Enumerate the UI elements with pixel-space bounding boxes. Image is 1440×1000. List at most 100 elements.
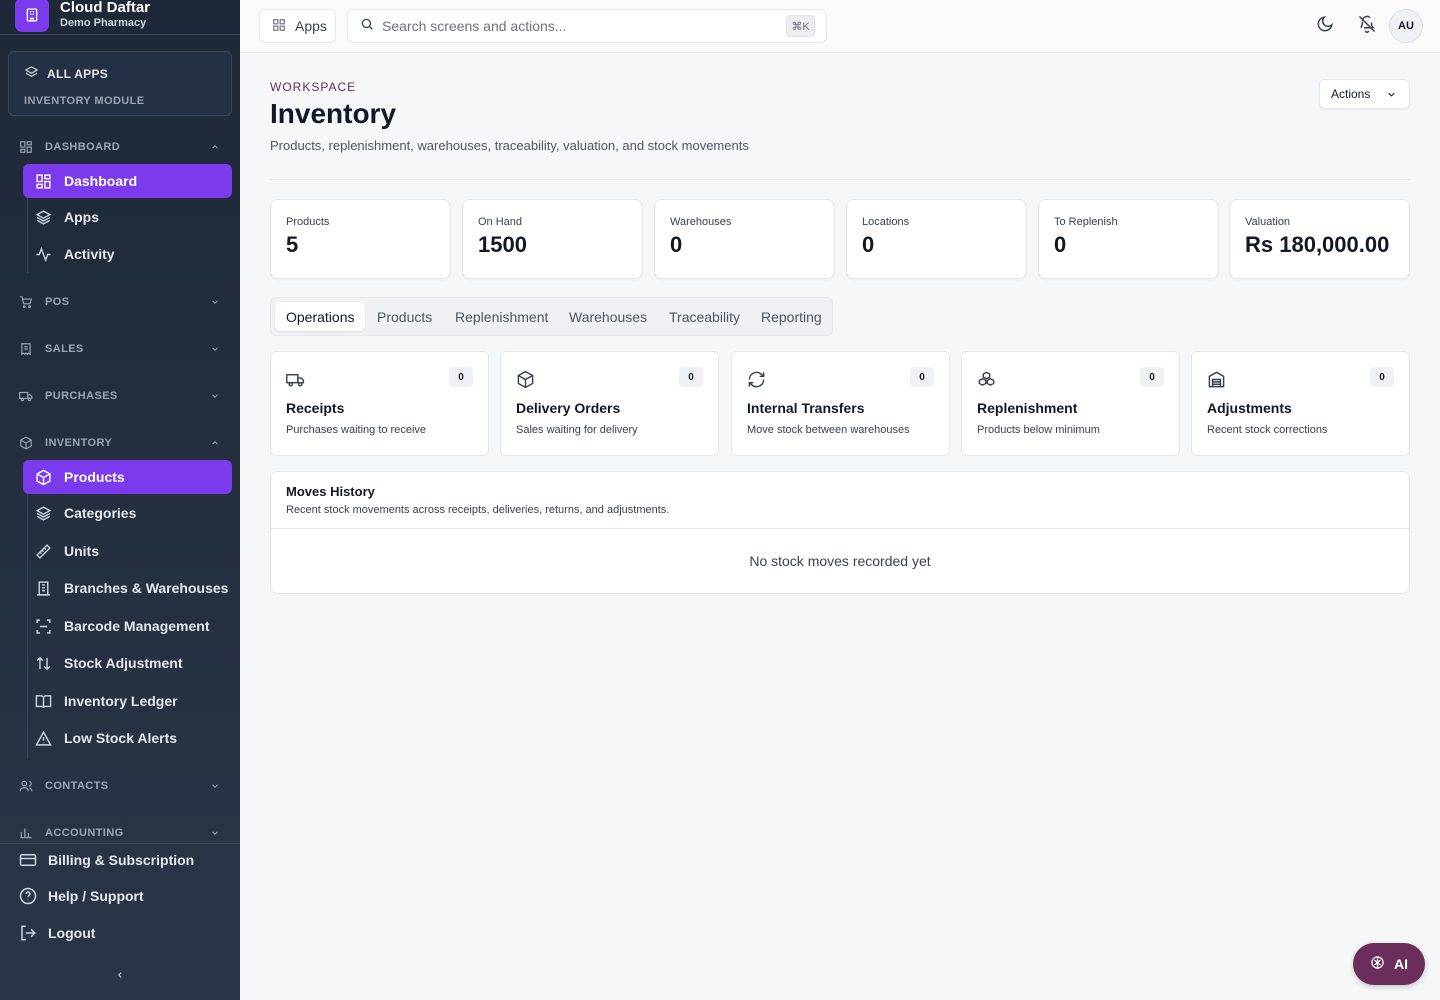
module-switcher: ALL APPS INVENTORY MODULE — [8, 51, 232, 116]
layers-icon — [34, 208, 52, 226]
section-inventory-label: INVENTORY — [45, 437, 113, 449]
search-input[interactable] — [382, 18, 762, 34]
chevron-down-icon — [1386, 89, 1397, 103]
op-description: Sales waiting for delivery — [516, 424, 638, 436]
count-badge: 0 — [1140, 367, 1164, 387]
chevron-down-icon — [210, 781, 220, 791]
stat-card-valuation: Valuation Rs 180,000.00 — [1229, 199, 1410, 279]
sidebar-item-branches[interactable]: Branches & Warehouses — [23, 571, 232, 605]
theme-toggle-button[interactable] — [1315, 15, 1335, 38]
search-box[interactable]: ⌘K — [347, 9, 827, 43]
op-card-replenishment[interactable]: 0 Replenishment Products below minimum — [961, 351, 1180, 456]
op-description: Purchases waiting to receive — [286, 424, 427, 436]
truck-icon — [286, 369, 306, 389]
header-divider — [270, 179, 1410, 180]
op-card-delivery-orders[interactable]: 0 Delivery Orders Sales waiting for deli… — [500, 351, 719, 456]
billing-link[interactable]: Billing & Subscription — [19, 851, 194, 869]
stat-label: On Hand — [478, 216, 523, 228]
tab-warehouses[interactable]: Warehouses — [558, 302, 658, 331]
sidebar-item-low-stock-alerts[interactable]: Low Stock Alerts — [23, 721, 232, 755]
sidebar-item-products[interactable]: Products — [23, 460, 232, 494]
op-card-receipts[interactable]: 0 Receipts Purchases waiting to receive — [270, 351, 489, 456]
op-title: Replenishment — [977, 400, 1078, 416]
help-circle-icon — [19, 887, 37, 905]
sidebar-item-units[interactable]: Units — [23, 534, 232, 568]
section-dashboard-label: DASHBOARD — [45, 141, 121, 153]
chevron-up-icon — [210, 142, 220, 152]
logout-icon — [19, 924, 37, 942]
sidebar-item-inventory-ledger[interactable]: Inventory Ledger — [23, 684, 232, 718]
sidebar-item-categories[interactable]: Categories — [23, 496, 232, 530]
sidebar-item-apps[interactable]: Apps — [23, 200, 232, 234]
section-accounting[interactable]: ACCOUNTING — [19, 824, 220, 842]
sidebar-item-dashboard[interactable]: Dashboard — [23, 164, 232, 198]
op-description: Move stock between warehouses — [747, 424, 910, 436]
tab-reporting[interactable]: Reporting — [750, 302, 833, 331]
sidebar-item-stock-adjustment[interactable]: Stock Adjustment — [23, 646, 232, 680]
brand-org: Demo Pharmacy — [60, 16, 147, 29]
tab-replenishment[interactable]: Replenishment — [444, 302, 559, 331]
users-icon — [19, 778, 35, 794]
arrows-up-down-icon — [34, 654, 52, 672]
topbar: Apps ⌘K AU — [240, 0, 1440, 53]
actions-dropdown[interactable]: Actions — [1319, 79, 1410, 109]
brand[interactable]: Cloud Daftar Demo Pharmacy — [0, 0, 240, 35]
scan-icon — [34, 617, 52, 635]
sidebar-item-label: Products — [64, 469, 125, 485]
moves-divider — [271, 528, 1409, 529]
sidebar-item-label: Low Stock Alerts — [64, 730, 178, 746]
chevron-down-icon — [210, 391, 220, 401]
section-contacts[interactable]: CONTACTS — [19, 777, 220, 795]
sidebar-item-label: Barcode Management — [64, 618, 210, 634]
stat-value: Rs 180,000.00 — [1245, 232, 1390, 257]
moves-title: Moves History — [286, 484, 375, 499]
boxes-icon — [977, 369, 997, 389]
warehouse-icon — [1207, 369, 1227, 389]
notifications-button[interactable] — [1357, 15, 1377, 38]
logout-link[interactable]: Logout — [19, 924, 95, 942]
op-card-internal-transfers[interactable]: 0 Internal Transfers Move stock between … — [731, 351, 950, 456]
moves-subtitle: Recent stock movements across receipts, … — [286, 504, 670, 516]
brand-name: Cloud Daftar — [60, 0, 150, 16]
op-description: Recent stock corrections — [1207, 424, 1328, 436]
sidebar-item-label: Dashboard — [64, 173, 138, 189]
stat-card-locations: Locations 0 — [846, 199, 1027, 279]
section-pos[interactable]: POS — [19, 293, 220, 311]
page-eyebrow: WORKSPACE — [270, 80, 357, 94]
section-inventory[interactable]: INVENTORY — [19, 434, 220, 452]
shortcut-hint: ⌘K — [786, 15, 815, 37]
tab-products[interactable]: Products — [366, 302, 443, 331]
sidebar-item-barcode[interactable]: Barcode Management — [23, 609, 232, 643]
tab-traceability[interactable]: Traceability — [658, 302, 751, 331]
sidebar-item-label: Inventory Ledger — [64, 693, 178, 709]
layers-icon — [24, 65, 39, 83]
collapse-sidebar-button[interactable] — [112, 968, 128, 986]
sidebar-divider — [0, 843, 240, 844]
bar-chart-icon — [19, 825, 35, 841]
section-sales[interactable]: SALES — [19, 340, 220, 358]
bell-off-icon — [1358, 15, 1376, 38]
section-purchases[interactable]: PURCHASES — [19, 387, 220, 405]
all-apps-link[interactable]: ALL APPS — [24, 65, 108, 83]
warning-icon — [34, 729, 52, 747]
ai-assistant-button[interactable]: AI — [1353, 943, 1425, 985]
chevron-down-icon — [210, 828, 220, 838]
stat-label: Locations — [862, 216, 910, 228]
op-title: Adjustments — [1207, 400, 1292, 416]
all-apps-label: ALL APPS — [47, 67, 109, 81]
section-dashboard[interactable]: DASHBOARD — [19, 138, 220, 156]
stat-card-warehouses: Warehouses 0 — [654, 199, 835, 279]
moon-icon — [1316, 15, 1334, 38]
chevron-up-icon — [210, 438, 220, 448]
box-icon — [516, 369, 536, 389]
tab-operations[interactable]: Operations — [275, 302, 366, 331]
sidebar-item-label: Stock Adjustment — [64, 655, 183, 671]
apps-button-label: Apps — [295, 18, 327, 34]
help-link[interactable]: Help / Support — [19, 887, 144, 905]
apps-button[interactable]: Apps — [259, 9, 336, 43]
sidebar-item-activity[interactable]: Activity — [23, 237, 232, 271]
avatar[interactable]: AU — [1389, 9, 1423, 43]
op-card-adjustments[interactable]: 0 Adjustments Recent stock corrections — [1191, 351, 1410, 456]
sidebar-item-label: Activity — [64, 246, 115, 262]
receipt-icon — [19, 341, 35, 357]
